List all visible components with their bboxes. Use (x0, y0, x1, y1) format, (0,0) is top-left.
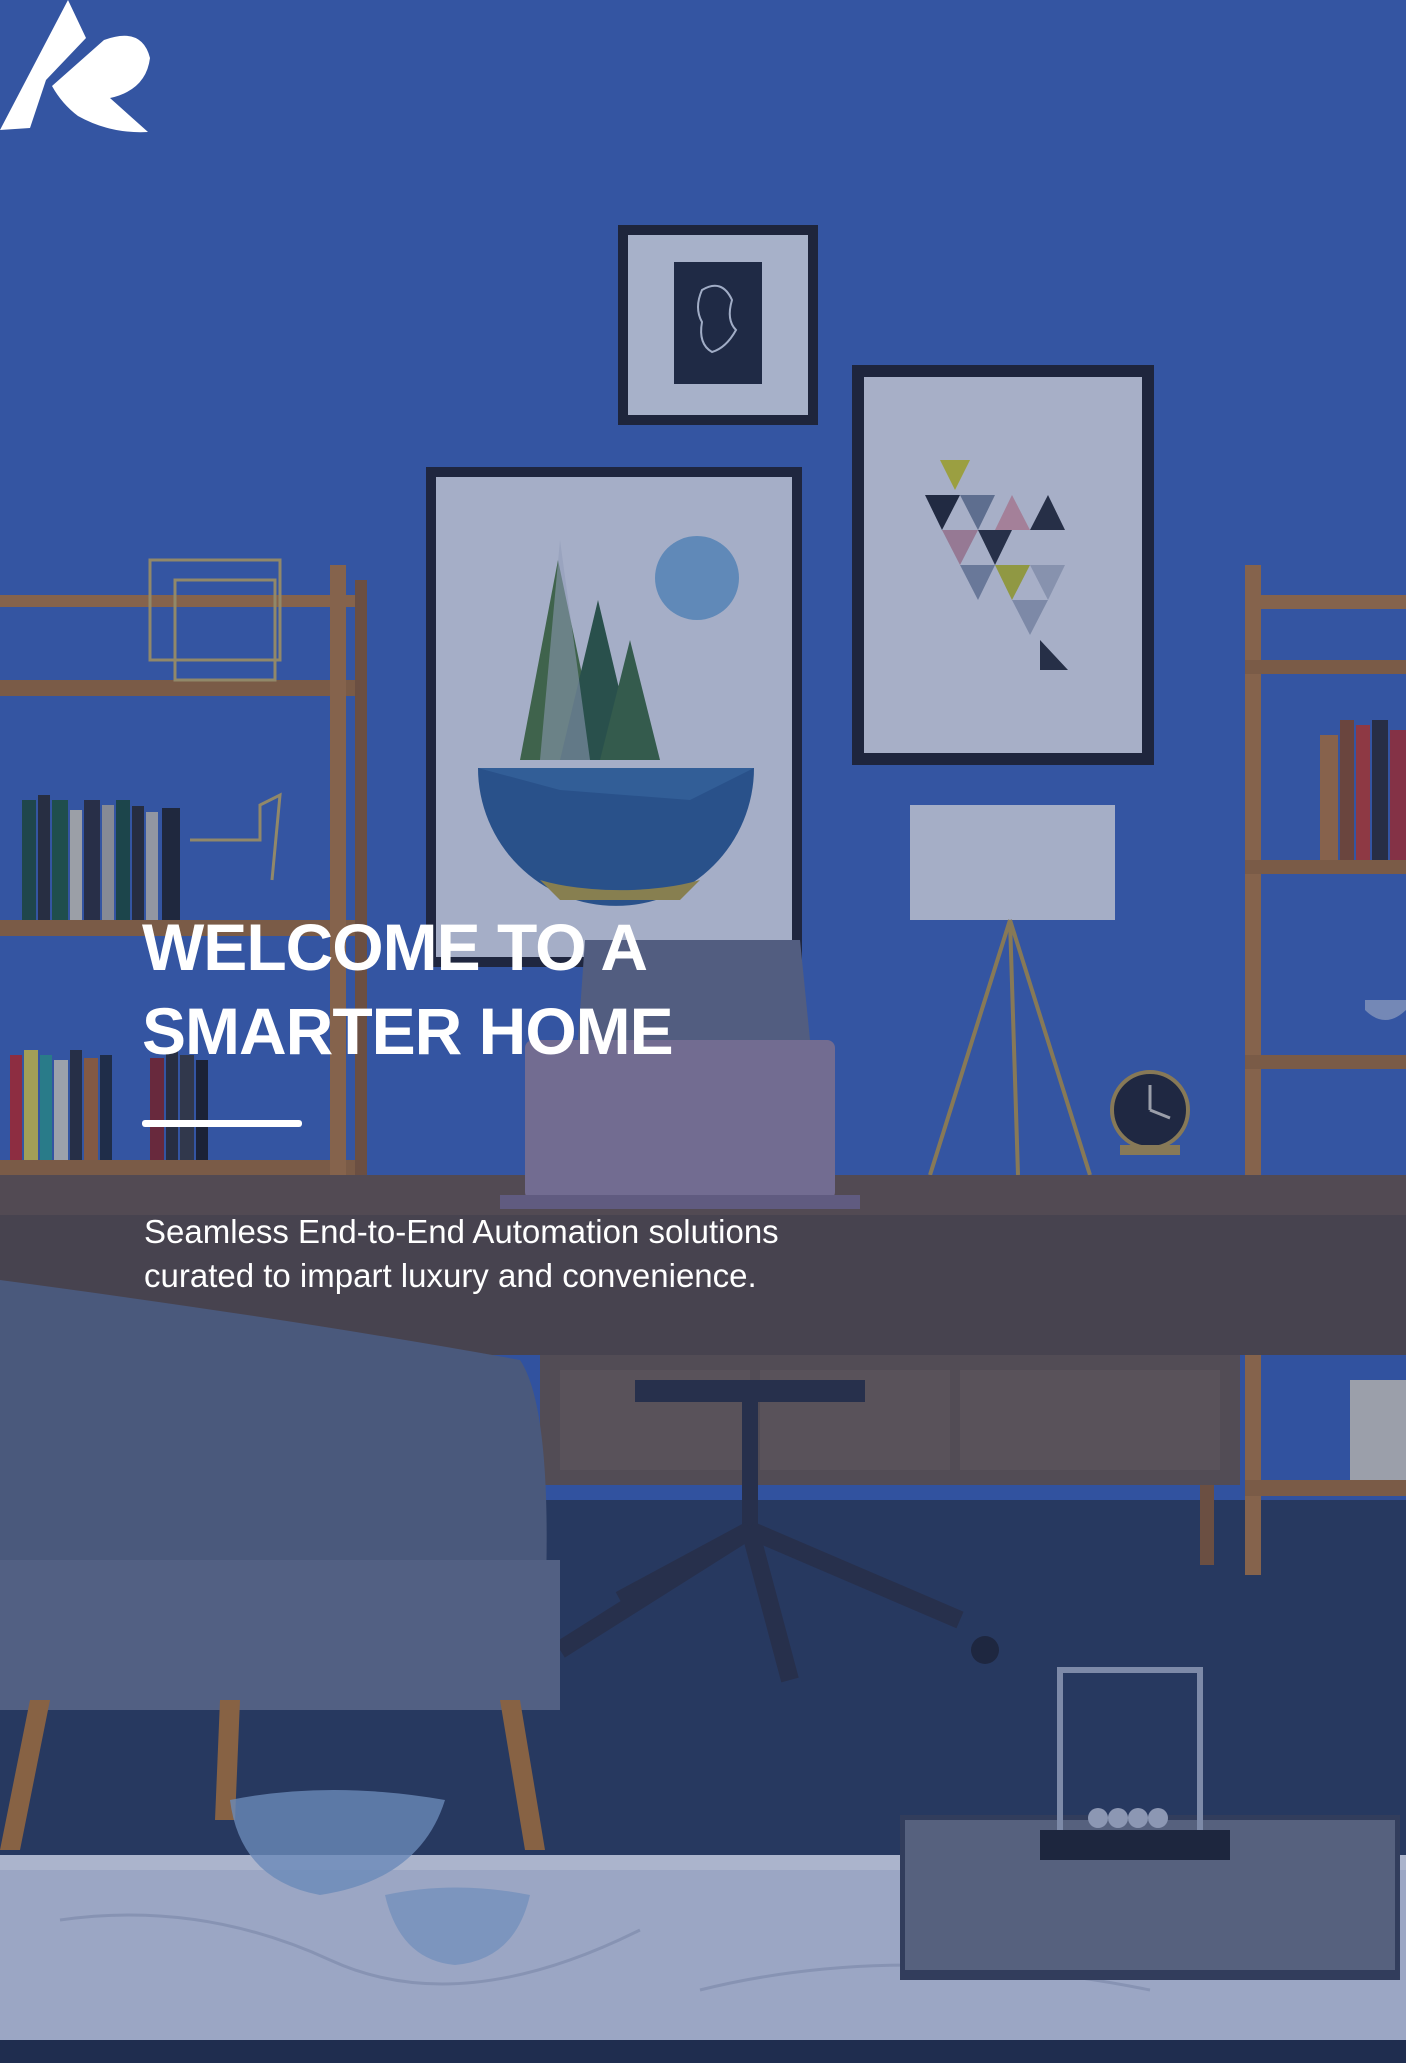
headline-line-2: SMARTER HOME (142, 994, 674, 1068)
title-underline (142, 1120, 302, 1127)
headline-line-1: WELCOME TO A (142, 910, 648, 984)
cover-page: WELCOME TO A SMARTER HOME Seamless End-t… (0, 0, 1406, 2063)
page-title: WELCOME TO A SMARTER HOME (142, 905, 674, 1073)
tagline-line-2: curated to impart luxury and convenience… (144, 1257, 757, 1294)
stylized-a-logo-icon (0, 0, 150, 133)
living-room-photo: WELCOME TO A SMARTER HOME Seamless End-t… (0, 0, 1406, 2063)
tagline-line-1: Seamless End-to-End Automation solutions (144, 1213, 779, 1250)
tagline: Seamless End-to-End Automation solutions… (144, 1210, 779, 1298)
